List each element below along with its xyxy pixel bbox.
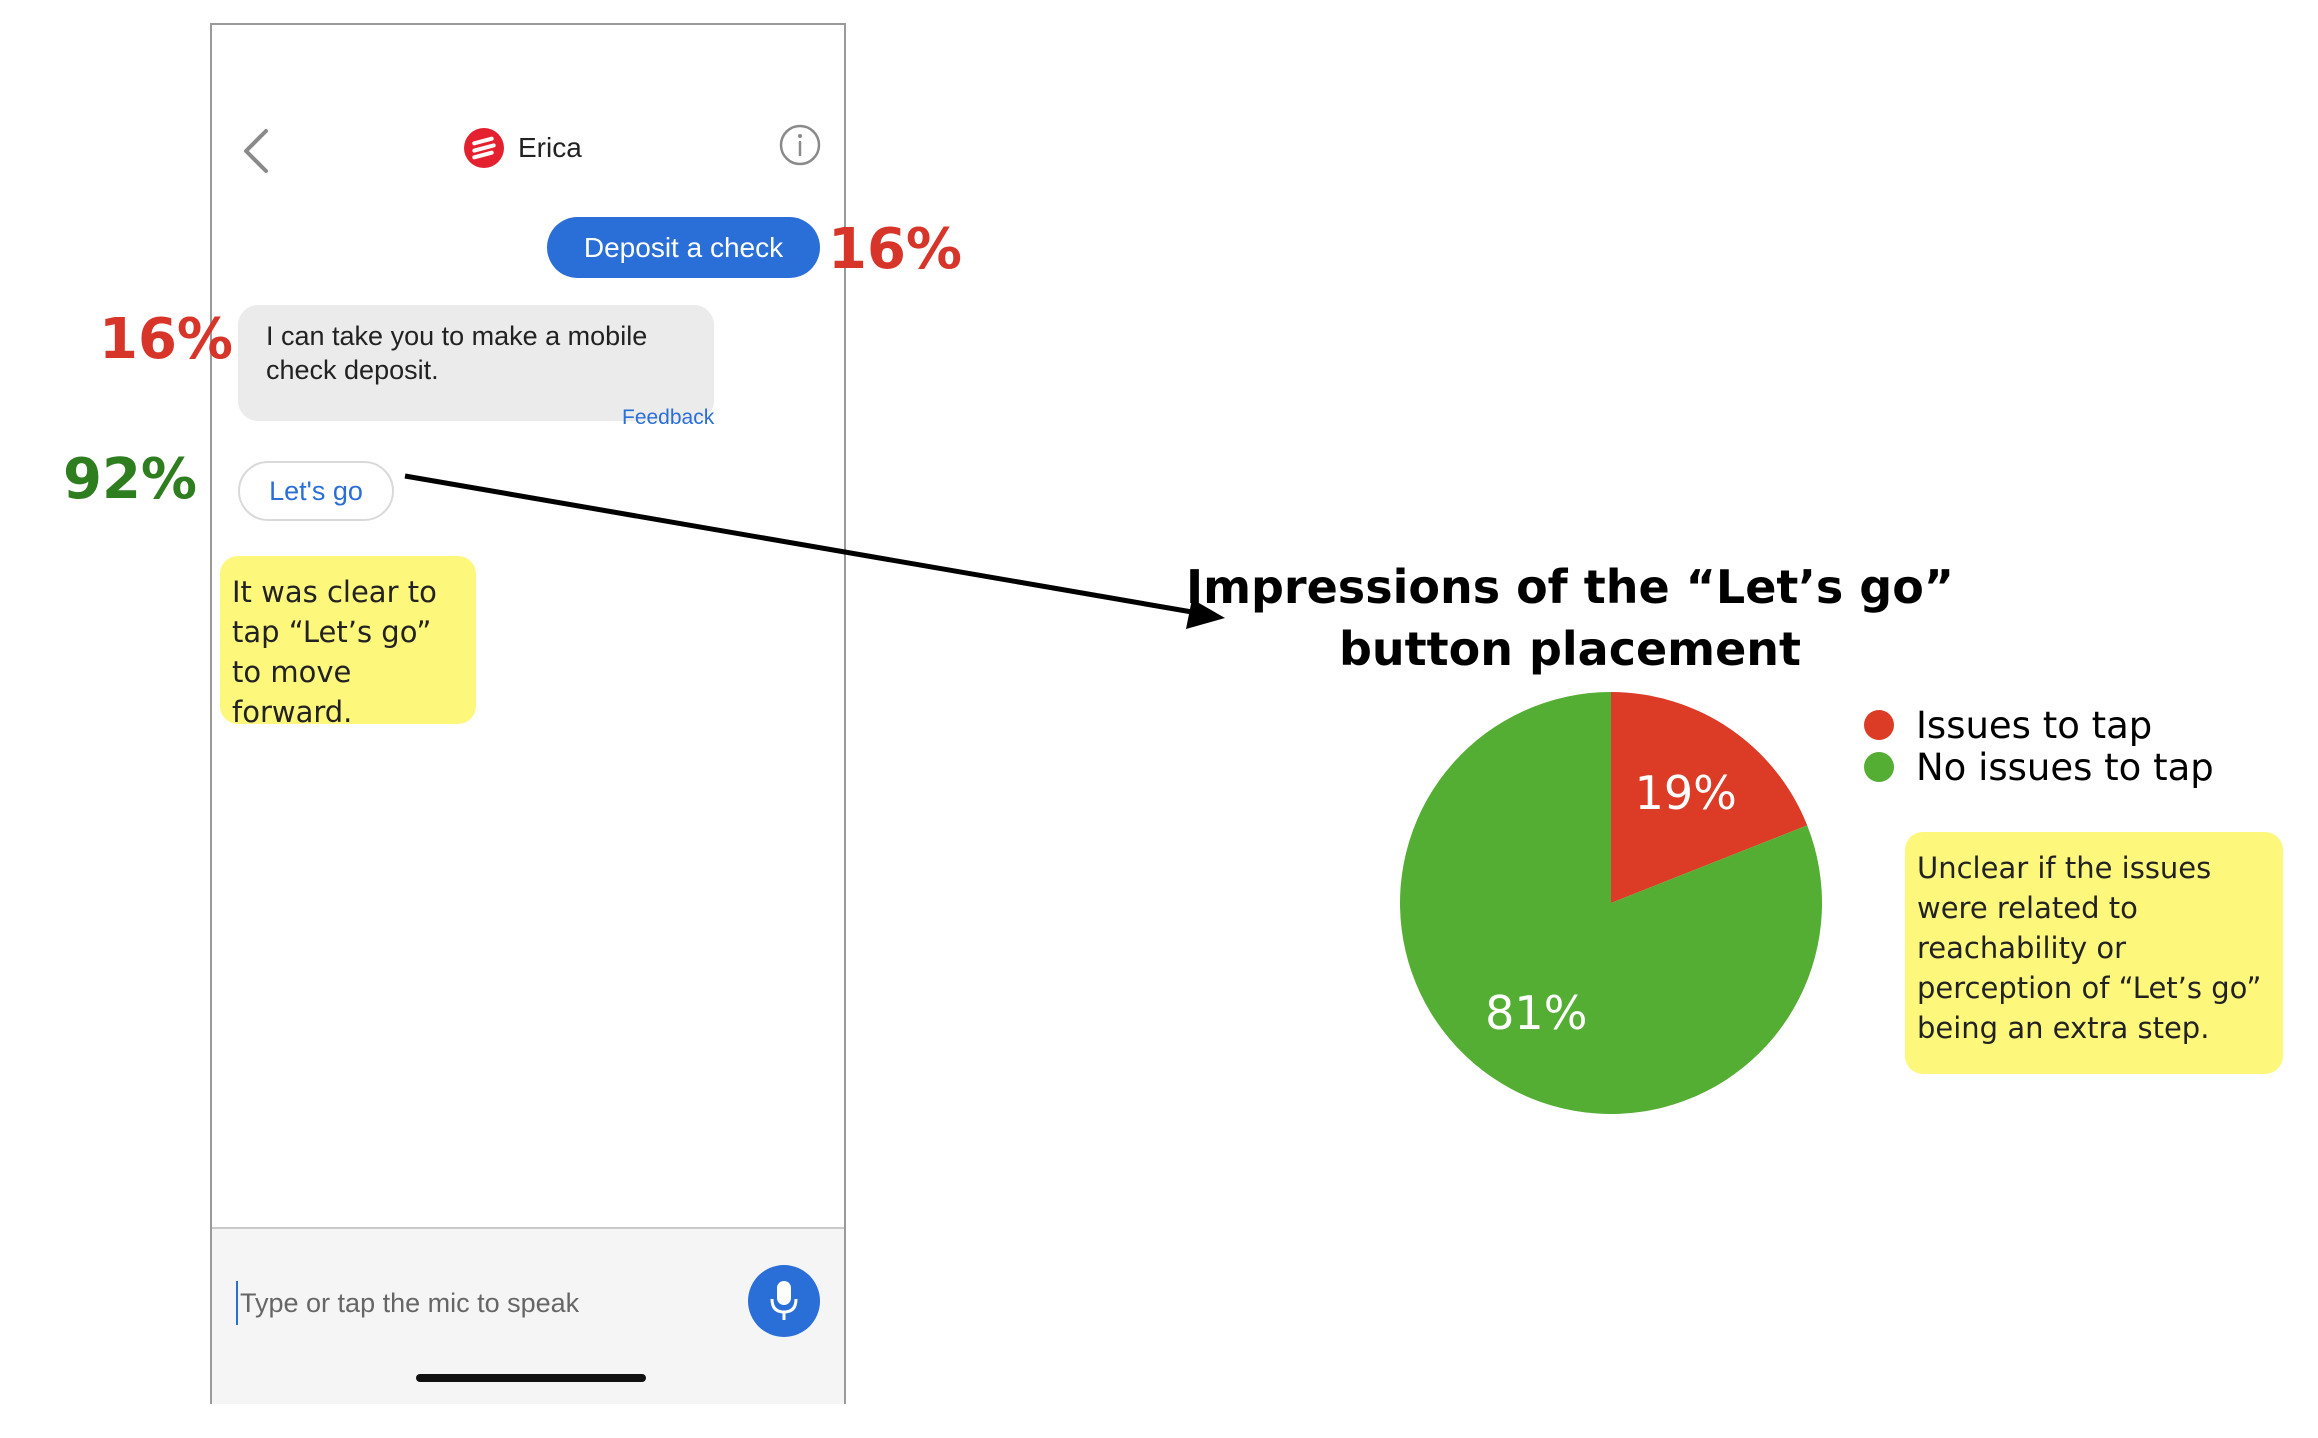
legend-label: No issues to tap — [1916, 745, 2214, 789]
legend-label: Issues to tap — [1916, 703, 2153, 747]
bot-message-bubble: I can take you to make a mobile check de… — [238, 305, 714, 421]
legend-dot-icon — [1864, 710, 1894, 740]
mic-button[interactable] — [748, 1265, 820, 1337]
user-message-bubble[interactable]: Deposit a check — [547, 217, 820, 278]
user-message-percent: 16% — [828, 217, 963, 282]
info-icon[interactable] — [778, 123, 822, 167]
legend-item-2: No issues to tap — [1864, 745, 2214, 789]
chat-header: Erica — [464, 125, 582, 171]
pie-chart: 19% 81% — [1400, 692, 1822, 1114]
microphone-icon — [770, 1281, 798, 1320]
chart-title: Impressions of the “Let’s go” button pla… — [1185, 560, 1955, 676]
pie-slice-label-2: 81% — [1485, 986, 1587, 1040]
feedback-link[interactable]: Feedback — [622, 406, 714, 430]
lets-go-percent: 92% — [63, 447, 198, 512]
home-indicator — [416, 1374, 646, 1382]
chat-title: Erica — [518, 132, 582, 163]
legend-dot-icon — [1864, 752, 1894, 782]
chart-legend: Issues to tap No issues to tap — [1864, 703, 2214, 789]
note-unclear-issues: Unclear if the issues were related to re… — [1905, 832, 2283, 1074]
bot-message-percent: 16% — [99, 307, 234, 372]
note-clear-to-tap: It was clear to tap “Let’s go” to move f… — [220, 556, 476, 729]
lets-go-button[interactable]: Let's go — [238, 461, 394, 521]
back-chevron-icon[interactable] — [236, 121, 276, 181]
input-bar — [212, 1229, 844, 1404]
pie-slice-label-1: 19% — [1635, 766, 1737, 820]
erica-logo-icon — [464, 128, 504, 168]
message-input[interactable] — [236, 1281, 736, 1325]
legend-item-1: Issues to tap — [1864, 703, 2214, 747]
